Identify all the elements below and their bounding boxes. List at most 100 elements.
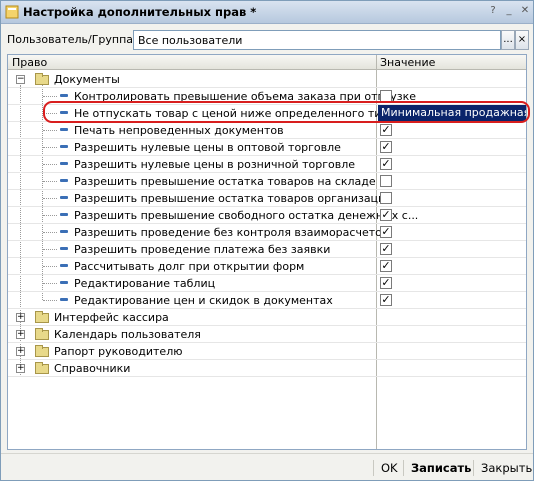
right-label: Разрешить превышение остатка товаров на … — [74, 175, 376, 188]
expand-icon[interactable]: + — [16, 313, 25, 322]
tree-line — [43, 249, 57, 250]
checkbox-checked[interactable]: ✓ — [380, 158, 392, 170]
select-button[interactable]: ... — [501, 30, 515, 50]
clear-button[interactable]: × — [515, 30, 529, 50]
footer: OK Записать Закрыть — [1, 453, 533, 481]
tree-group-row[interactable]: + Рапорт руководителю — [8, 343, 526, 360]
tree-line — [43, 147, 57, 148]
table-row[interactable]: Разрешить превышение свободного остатка … — [8, 207, 526, 224]
tree-line — [43, 266, 57, 267]
tree-line — [43, 232, 57, 233]
tree-line — [43, 198, 57, 199]
right-item-icon — [60, 230, 68, 233]
tree-group-row[interactable]: + Справочники — [8, 360, 526, 377]
window-title: Настройка дополнительных прав * — [23, 5, 257, 19]
highlight-outline — [43, 101, 530, 123]
table-row[interactable]: Разрешить нулевые цены в розничной торго… — [8, 156, 526, 173]
help-icon[interactable]: ? — [485, 4, 501, 20]
title-bar: Настройка дополнительных прав * ? _ ✕ — [1, 1, 533, 24]
checkbox-unchecked[interactable] — [380, 175, 392, 187]
table-row[interactable]: Рассчитывать долг при открытии форм ✓ — [8, 258, 526, 275]
save-button[interactable]: Записать — [411, 461, 471, 475]
tree-line — [43, 283, 57, 284]
right-label: Разрешить нулевые цены в оптовой торговл… — [74, 141, 341, 154]
tree-line — [43, 130, 57, 131]
expand-icon[interactable]: + — [16, 347, 25, 356]
table-header: Право Значение — [8, 55, 526, 70]
close-icon[interactable]: ✕ — [517, 4, 533, 20]
group-label: Интерфейс кассира — [54, 311, 169, 324]
right-item-icon — [60, 179, 68, 182]
checkbox-checked[interactable]: ✓ — [380, 294, 392, 306]
right-label: Разрешить нулевые цены в розничной торго… — [74, 158, 355, 171]
table-row[interactable]: Разрешить нулевые цены в оптовой торговл… — [8, 139, 526, 156]
minimize-icon[interactable]: _ — [501, 4, 517, 20]
right-label: Рассчитывать долг при открытии форм — [74, 260, 305, 273]
right-label: Печать непроведенных документов — [74, 124, 284, 137]
expand-icon[interactable]: + — [16, 330, 25, 339]
right-label: Редактирование таблиц — [74, 277, 216, 290]
right-item-icon — [60, 196, 68, 199]
checkbox-checked[interactable]: ✓ — [380, 226, 392, 238]
table-row[interactable]: Редактирование цен и скидок в документах… — [8, 292, 526, 309]
tree-line — [43, 300, 57, 301]
checkbox-checked[interactable]: ✓ — [380, 209, 392, 221]
table-row[interactable]: Разрешить превышение остатка товаров на … — [8, 173, 526, 190]
folder-icon — [35, 362, 49, 374]
right-item-icon — [60, 281, 68, 284]
right-label: Разрешить превышение остатка товаров орг… — [74, 192, 393, 205]
right-label: Разрешить превышение свободного остатка … — [74, 209, 419, 222]
tree-group-row[interactable]: + Календарь пользователя — [8, 326, 526, 343]
right-item-icon — [60, 213, 68, 216]
right-item-icon — [60, 128, 68, 131]
folder-icon — [35, 311, 49, 323]
tree-line — [43, 96, 57, 97]
table-row[interactable]: Разрешить проведение платежа без заявки ✓ — [8, 241, 526, 258]
expand-icon[interactable]: + — [16, 364, 25, 373]
right-label: Разрешить проведение платежа без заявки — [74, 243, 331, 256]
divider — [373, 460, 374, 476]
ok-button[interactable]: OK — [381, 461, 398, 475]
tree-line — [43, 164, 57, 165]
rights-window: Настройка дополнительных прав * ? _ ✕ По… — [0, 0, 534, 481]
checkbox-checked[interactable]: ✓ — [380, 260, 392, 272]
table-row[interactable]: Разрешить превышение остатка товаров орг… — [8, 190, 526, 207]
right-item-icon — [60, 145, 68, 148]
user-group-field[interactable]: Все пользователи — [133, 30, 501, 50]
right-item-icon — [60, 162, 68, 165]
group-label: Календарь пользователя — [54, 328, 201, 341]
table-row[interactable]: Печать непроведенных документов ✓ — [8, 122, 526, 139]
checkbox-checked[interactable]: ✓ — [380, 141, 392, 153]
column-header-right[interactable]: Право — [12, 56, 47, 69]
table-row[interactable]: Разрешить проведение без контроля взаимо… — [8, 224, 526, 241]
folder-icon — [35, 345, 49, 357]
checkbox-checked[interactable]: ✓ — [380, 124, 392, 136]
column-header-value[interactable]: Значение — [380, 56, 435, 69]
right-item-icon — [60, 247, 68, 250]
divider — [473, 460, 474, 476]
right-item-icon — [60, 298, 68, 301]
checkbox-checked[interactable]: ✓ — [380, 243, 392, 255]
folder-icon — [35, 328, 49, 340]
group-label: Документы — [54, 73, 120, 86]
group-label: Рапорт руководителю — [54, 345, 183, 358]
checkbox-checked[interactable]: ✓ — [380, 277, 392, 289]
right-item-icon — [60, 264, 68, 267]
tree-line — [43, 215, 57, 216]
table-row[interactable]: Редактирование таблиц ✓ — [8, 275, 526, 292]
right-label: Разрешить проведение без контроля взаимо… — [74, 226, 389, 239]
divider — [403, 460, 404, 476]
tree-group-row[interactable]: + Интерфейс кассира — [8, 309, 526, 326]
user-label: Пользователь/Группа: — [7, 33, 137, 46]
user-row: Пользователь/Группа: Все пользователи ..… — [7, 30, 529, 50]
right-label: Редактирование цен и скидок в документах — [74, 294, 333, 307]
window-icon — [5, 5, 19, 19]
close-button[interactable]: Закрыть — [481, 461, 532, 475]
folder-icon — [35, 73, 49, 85]
group-label: Справочники — [54, 362, 131, 375]
tree-group-row[interactable]: − Документы — [8, 71, 526, 88]
right-item-icon — [60, 94, 68, 97]
tree-line — [43, 181, 57, 182]
collapse-icon[interactable]: − — [16, 75, 25, 84]
checkbox-unchecked[interactable] — [380, 192, 392, 204]
